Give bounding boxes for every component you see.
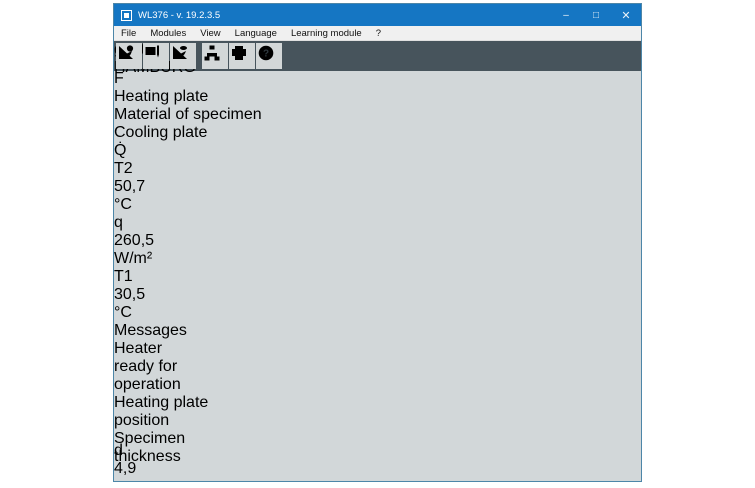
cooling-plate: Cooling plate [114, 124, 641, 142]
minimize-button[interactable]: – [551, 4, 581, 26]
help-icon: ? [256, 50, 276, 67]
heater-ready-label: Heater ready for operation [114, 340, 206, 394]
heat-flux-symbol: Q̇ [114, 142, 641, 160]
t2-symbol: T2 [114, 160, 132, 178]
t1-value: 30,5 [114, 286, 641, 304]
specimen-thickness-label: Specimen thickness [114, 430, 210, 442]
menu-learning-module[interactable]: Learning module [284, 28, 369, 39]
close-button[interactable]: ✕ [611, 4, 641, 26]
title-bar: WL376 - v. 19.2.3.5 – □ ✕ [114, 4, 641, 26]
d-value-input[interactable]: 4,9 [114, 460, 641, 478]
app-window: WL376 - v. 19.2.3.5 – □ ✕ File Modules V… [113, 3, 642, 482]
help-button[interactable]: ? [256, 43, 282, 69]
printer-icon [229, 50, 249, 67]
d-unit: mm [114, 478, 641, 482]
system-diagram-button[interactable] [143, 43, 169, 69]
messages-title: Messages [114, 322, 641, 340]
maximize-button[interactable]: □ [581, 4, 611, 26]
menu-view[interactable]: View [193, 28, 227, 39]
material-of-specimen: Material of specimen [114, 106, 641, 124]
q-unit: W/m² [114, 250, 641, 268]
specimen-stack: Heating plate Material of specimen Cooli… [114, 88, 641, 142]
menu-modules[interactable]: Modules [143, 28, 193, 39]
t1-symbol: T1 [114, 268, 132, 286]
chart-view-button[interactable] [170, 43, 196, 69]
system-diagram-icon [143, 50, 163, 67]
heating-plate: Heating plate [114, 88, 641, 106]
menu-file[interactable]: File [114, 28, 143, 39]
app-icon [121, 10, 132, 21]
q-symbol: q [114, 214, 132, 232]
menu-bar: File Modules View Language Learning modu… [114, 26, 641, 41]
printer-button[interactable] [229, 43, 255, 69]
chart-view-icon [170, 50, 190, 67]
t2-value: 50,7 [114, 178, 641, 196]
time-chart-button[interactable] [116, 43, 142, 69]
menu-language[interactable]: Language [228, 28, 284, 39]
time-chart-icon [116, 50, 136, 67]
plate-position-label: Heating plate position [114, 394, 229, 430]
network-button[interactable] [202, 43, 228, 69]
network-icon [202, 50, 222, 67]
menu-help[interactable]: ? [369, 28, 388, 39]
toolbar: ? gunt HAMBURG [114, 41, 641, 71]
window-title: WL376 - v. 19.2.3.5 [138, 10, 551, 21]
svg-text:?: ? [263, 49, 269, 60]
t2-unit: °C [114, 196, 641, 214]
t1-unit: °C [114, 304, 641, 322]
q-value: 260,5 [114, 232, 641, 250]
